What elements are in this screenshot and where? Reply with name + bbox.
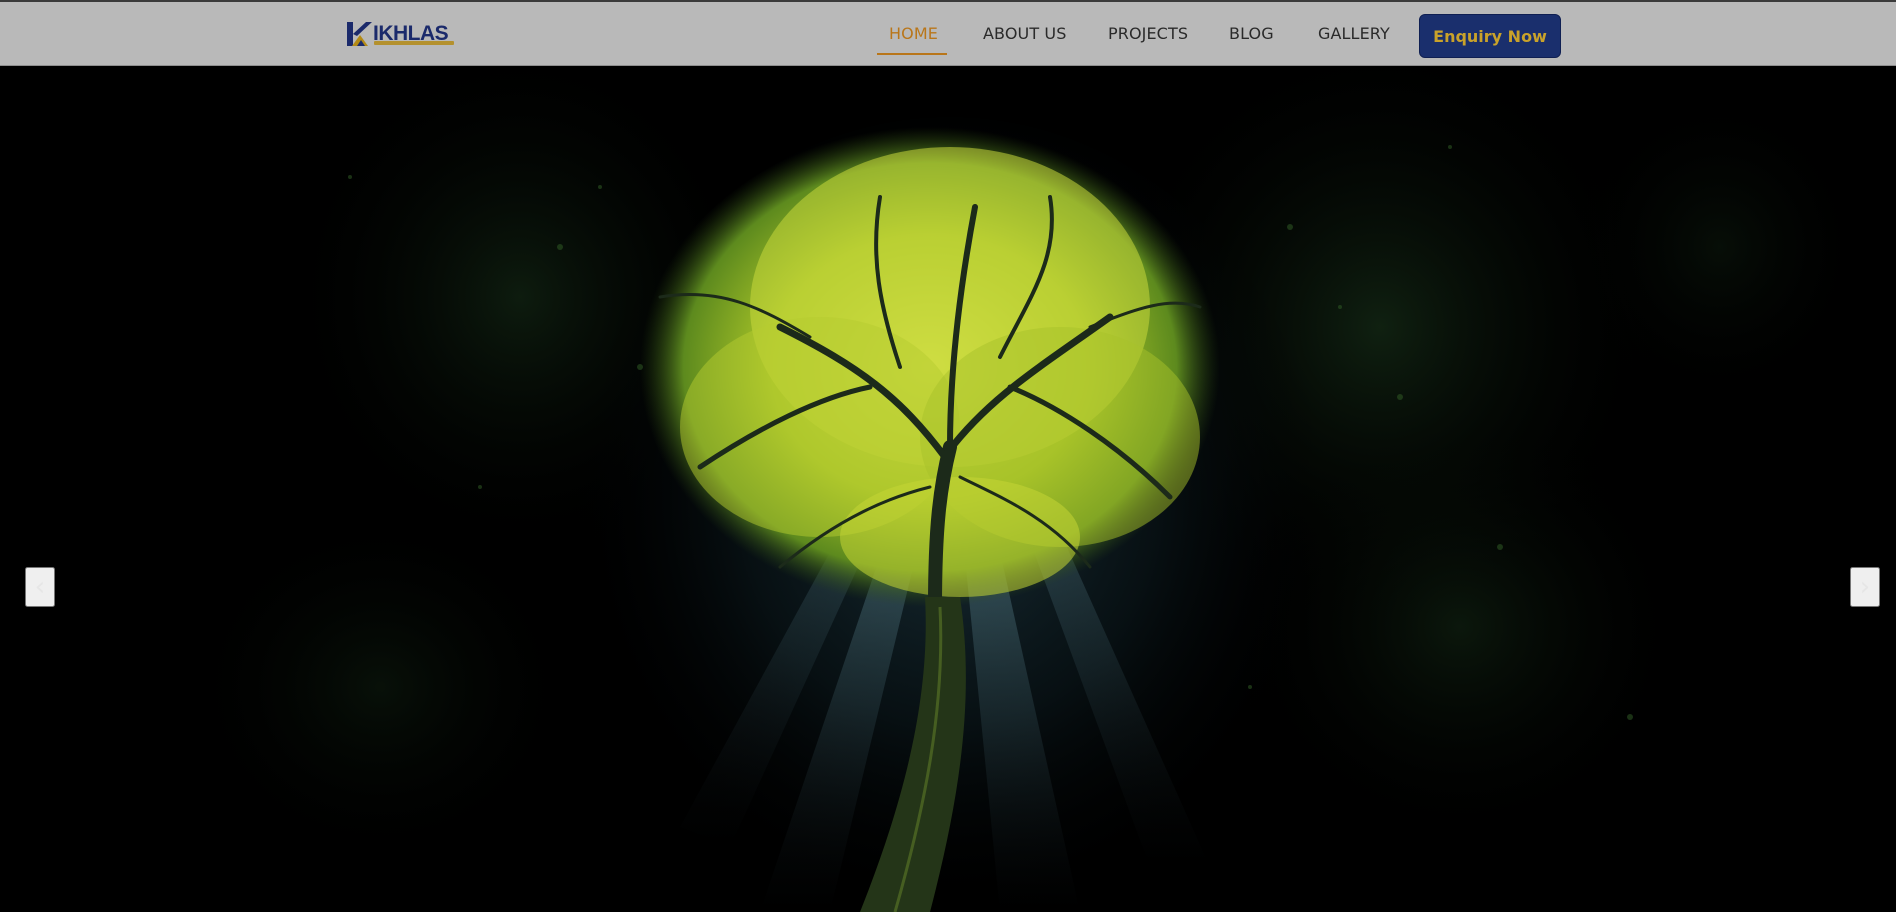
chevron-left-icon: ‹ [34,572,46,602]
navbar: IKHLAS HOME ABOUT US PROJECTS BLOG GALLE… [0,2,1896,66]
nav-blog[interactable]: BLOG [1229,24,1274,46]
chevron-right-icon: › [1859,572,1871,602]
brand-logo[interactable]: IKHLAS [346,19,454,49]
enquiry-now-button[interactable]: Enquiry Now [1419,14,1561,58]
nav-home[interactable]: HOME [889,24,938,46]
slider-prev-button[interactable]: ‹ [25,567,55,607]
nav-projects[interactable]: PROJECTS [1108,24,1188,46]
hero-slider: ‹ › [0,67,1896,912]
nav-active-indicator [877,53,947,55]
hero-image-glowing-tree [0,67,1896,912]
slider-next-button[interactable]: › [1850,567,1880,607]
nav-gallery[interactable]: GALLERY [1318,24,1390,46]
nav-about-us[interactable]: ABOUT US [983,24,1066,46]
logo-mark-icon [346,20,372,48]
brand-tagline-strip [374,41,454,45]
